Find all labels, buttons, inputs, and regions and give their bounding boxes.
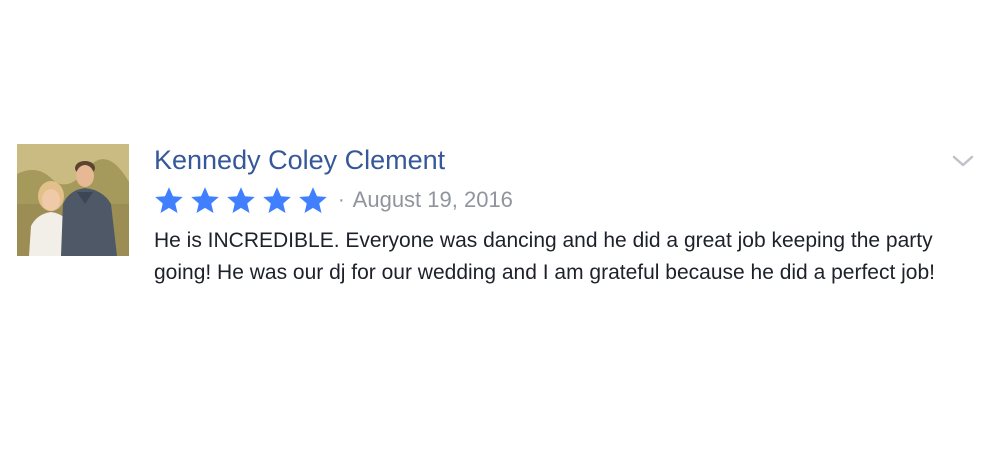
review-content: Kennedy Coley Clement · August 19, 2016 … [154, 143, 974, 289]
star-icon [190, 186, 220, 214]
star-icon [154, 186, 184, 214]
review-meta: · August 19, 2016 [154, 183, 974, 217]
chevron-down-icon[interactable] [951, 152, 975, 170]
review-text: He is INCREDIBLE. Everyone was dancing a… [154, 229, 935, 284]
review-card: Kennedy Coley Clement · August 19, 2016 … [0, 0, 992, 472]
star-icon [262, 186, 292, 214]
meta-separator: · [338, 188, 345, 211]
reviewer-name-link[interactable]: Kennedy Coley Clement [154, 143, 974, 177]
star-icon [298, 186, 328, 214]
star-rating [154, 186, 334, 214]
reviewer-avatar[interactable] [17, 144, 129, 256]
avatar-photo [17, 144, 129, 256]
star-icon [226, 186, 256, 214]
review-date-link[interactable]: August 19, 2016 [353, 187, 513, 213]
